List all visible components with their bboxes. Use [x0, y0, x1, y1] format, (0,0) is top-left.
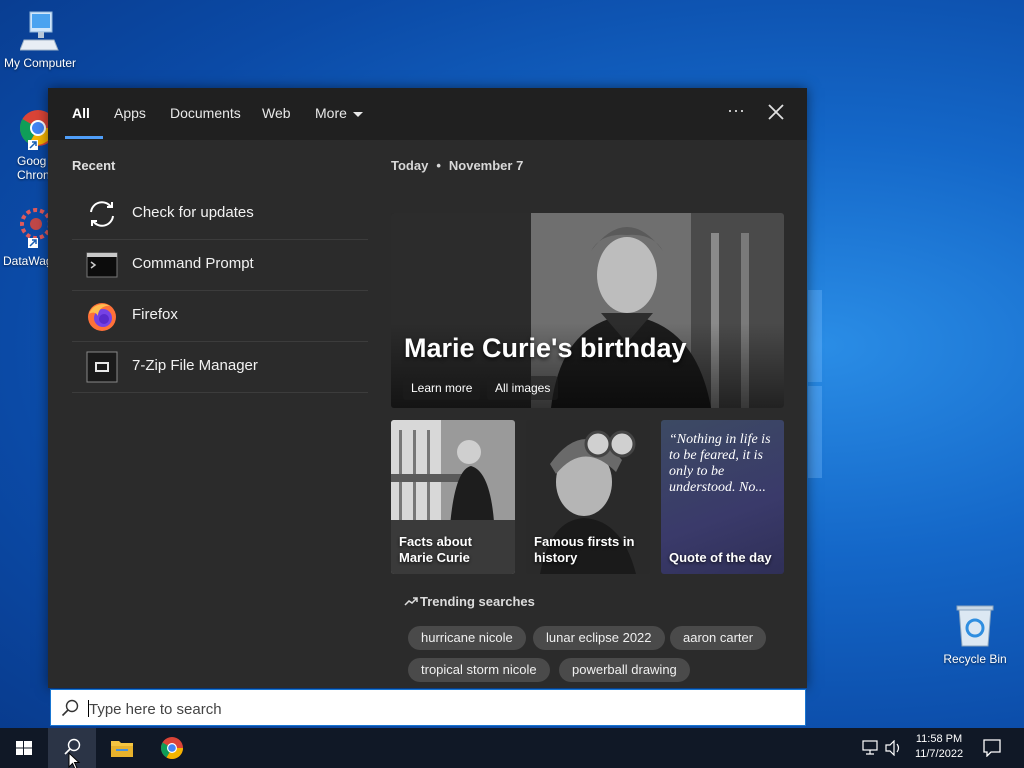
today-section: Today • November 7 Marie Curie's birthda…	[391, 158, 784, 682]
separator-dot: •	[436, 158, 441, 173]
tab-more[interactable]: More	[315, 88, 363, 140]
card-label: Quote of the day	[669, 550, 772, 565]
desktop-icon-datawag[interactable]: DataWag	[0, 206, 48, 268]
search-panel: All Apps Documents Web More ··· Recent C…	[48, 88, 807, 688]
trending-chip[interactable]: lunar eclipse 2022	[533, 626, 665, 650]
recent-item-label: Command Prompt	[132, 255, 254, 272]
clock-date: 11/7/2022	[914, 748, 964, 760]
wallpaper-beam	[808, 386, 822, 478]
hero-title: Marie Curie's birthday	[404, 333, 687, 363]
card-quote-of-the-day[interactable]: “Nothing in life is to be feared, it is …	[661, 420, 784, 574]
desktop-icon-my-computer[interactable]: My Computer	[0, 10, 80, 70]
recent-item-7zip[interactable]: 7-Zip File Manager	[72, 342, 368, 393]
recent-item-label: Check for updates	[132, 204, 254, 221]
tab-more-label: More	[315, 105, 347, 121]
trending-chip[interactable]: powerball drawing	[559, 658, 690, 682]
tab-apps[interactable]: Apps	[114, 88, 146, 140]
all-images-button[interactable]: All images	[487, 376, 559, 400]
chrome-icon	[19, 110, 48, 150]
today-date: November 7	[448, 158, 524, 173]
tab-all[interactable]: All	[65, 88, 103, 140]
trending-title-text: Trending searches	[420, 594, 535, 609]
search-input[interactable]	[87, 695, 791, 723]
trending-chip[interactable]: tropical storm nicole	[408, 658, 550, 682]
search-tabs-bar: All Apps Documents Web More ···	[48, 88, 807, 140]
recent-item-firefox[interactable]: Firefox	[72, 291, 368, 342]
wallpaper-beam	[808, 290, 822, 382]
search-icon	[61, 699, 79, 717]
folder-icon	[111, 741, 133, 757]
desktop-icon-recycle-bin[interactable]: Recycle Bin	[935, 604, 1015, 666]
recent-item-label: 7-Zip File Manager	[132, 357, 258, 374]
notifications-icon[interactable]	[983, 739, 1001, 757]
datawag-icon	[20, 208, 48, 248]
search-box[interactable]	[50, 689, 806, 726]
trending-title: Trending searches	[404, 594, 535, 609]
text-cursor	[88, 700, 89, 717]
recycle-bin-icon	[956, 605, 994, 647]
trending-section: Trending searches hurricane nicole lunar…	[391, 586, 784, 688]
desktop-icon-google-chrome[interactable]: Goog Chron	[0, 106, 48, 182]
tab-web[interactable]: Web	[262, 88, 291, 140]
taskbar-chrome[interactable]	[148, 728, 196, 768]
desktop-icon-label: My Computer	[3, 56, 77, 70]
network-icon[interactable]	[862, 740, 880, 756]
7zip-icon	[86, 351, 118, 383]
card-famous-firsts[interactable]: Famous firsts in history	[526, 420, 650, 574]
card-label: Famous firsts in history	[534, 534, 635, 565]
chrome-icon	[161, 737, 183, 759]
taskbar: 11:58 PM 11/7/2022	[0, 728, 1024, 768]
trending-chip[interactable]: hurricane nicole	[408, 626, 526, 650]
clock[interactable]: 11:58 PM 11/7/2022	[904, 732, 974, 762]
windows-logo-icon	[16, 741, 32, 755]
taskbar-file-explorer[interactable]	[98, 728, 146, 768]
cmd-icon	[86, 252, 118, 278]
recent-section: Recent Check for updates Command Prompt	[72, 158, 368, 393]
recent-title: Recent	[72, 158, 116, 173]
desktop-icon-label: Recycle Bin	[943, 652, 1007, 666]
desktop-icon-label: DataWag	[3, 254, 48, 268]
learn-more-button[interactable]: Learn more	[403, 376, 481, 400]
desktop-icon-label: Goog Chron	[17, 154, 48, 182]
more-options-button[interactable]: ···	[724, 100, 748, 124]
trending-chip[interactable]: aaron carter	[670, 626, 767, 650]
today-date-line: Today • November 7	[391, 158, 784, 173]
volume-icon[interactable]	[885, 740, 903, 756]
recent-item-label: Firefox	[132, 306, 178, 323]
refresh-icon	[90, 201, 114, 227]
quote-text: “Nothing in life is to be feared, it is …	[669, 432, 771, 495]
firefox-icon	[88, 303, 116, 331]
computer-icon	[20, 11, 59, 51]
mouse-cursor-icon	[68, 752, 81, 768]
recent-item-command-prompt[interactable]: Command Prompt	[72, 240, 368, 291]
chevron-down-icon	[352, 111, 363, 117]
hero-card[interactable]: Marie Curie's birthday Learn more All im…	[391, 213, 784, 408]
recent-item-check-for-updates[interactable]: Check for updates	[72, 189, 368, 240]
today-label: Today	[391, 158, 429, 173]
start-button[interactable]	[0, 728, 48, 768]
tab-documents[interactable]: Documents	[170, 88, 241, 140]
trending-up-icon	[404, 597, 418, 606]
taskbar-search-button[interactable]	[48, 728, 96, 768]
close-icon[interactable]	[765, 101, 787, 123]
card-facts-marie-curie[interactable]: Facts about Marie Curie	[391, 420, 515, 574]
card-label: Facts about Marie Curie	[399, 534, 472, 565]
clock-time: 11:58 PM	[915, 733, 963, 745]
